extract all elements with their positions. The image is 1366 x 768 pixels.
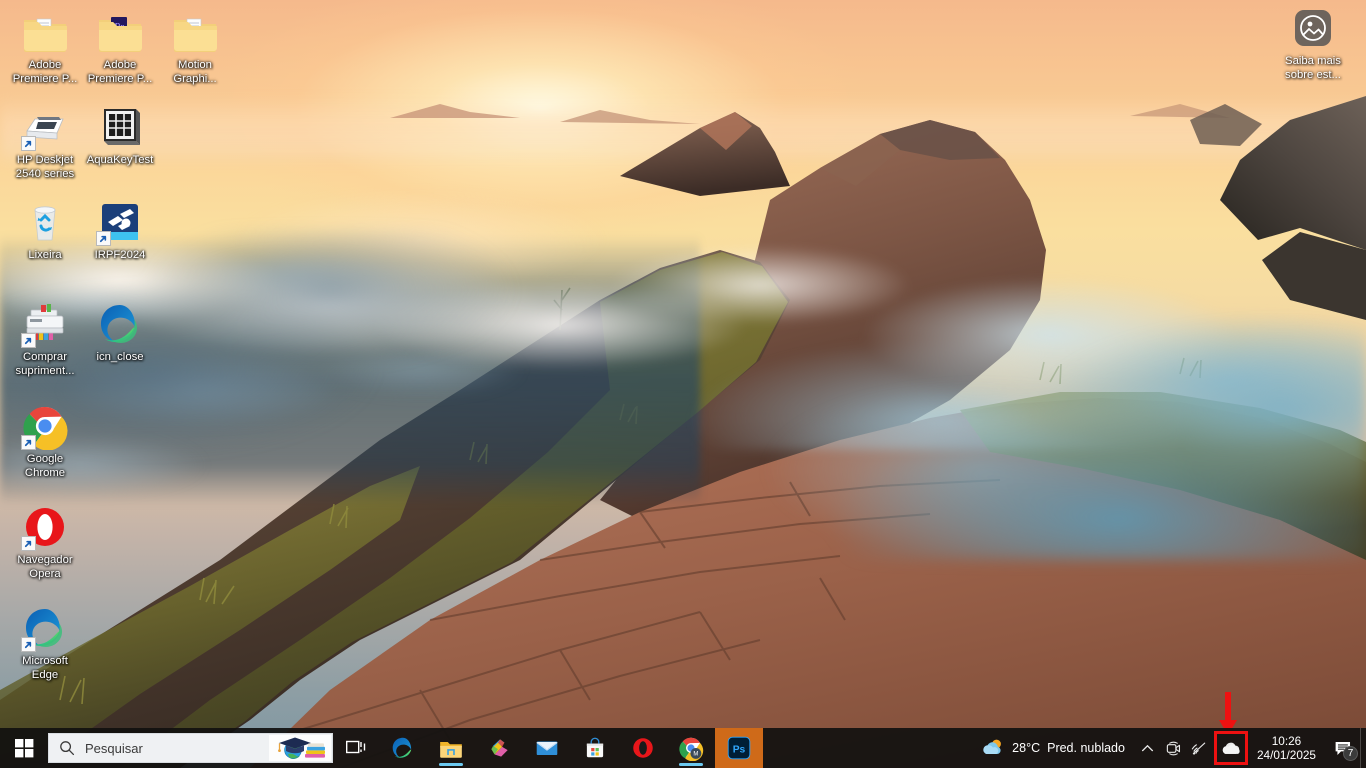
desktop-icon-label: AquaKeyTest	[86, 154, 154, 166]
desktop-icon-comprar-suprimentos[interactable]: Comprar supriment...	[8, 300, 82, 378]
search-icon	[49, 740, 85, 756]
desktop-icon-irpf2024[interactable]: IRPF2024	[83, 198, 157, 263]
camera-meeting-icon	[1167, 741, 1181, 755]
weather-condition: Pred. nublado	[1047, 741, 1125, 755]
task-view-icon	[346, 740, 366, 754]
sun-behind-cloud-icon	[983, 739, 1002, 754]
action-center-button[interactable]: 7	[1326, 728, 1360, 768]
desktop-icon-hp-deskjet[interactable]: HP Deskjet 2540 series	[8, 103, 82, 181]
taskbar-app-store[interactable]	[571, 728, 619, 768]
file-explorer-icon	[440, 742, 462, 758]
calculator-grid-icon	[96, 103, 144, 151]
onedrive-cloud-icon	[1222, 742, 1240, 754]
notification-count-badge: 7	[1343, 746, 1358, 761]
taskbar-app-chrome[interactable]: M	[667, 728, 715, 768]
chrome-icon	[21, 402, 69, 451]
desktop-icon-microsoft-edge[interactable]: Microsoft Edge	[8, 604, 82, 682]
taskbar-app-mail[interactable]	[523, 728, 571, 768]
tray-icon-group[interactable]	[1135, 728, 1249, 768]
picture-info-icon	[1289, 4, 1337, 52]
edge-icon	[96, 300, 144, 348]
taskbar-app-buttons[interactable]: M Ps	[379, 728, 763, 768]
chevron-up-icon	[1142, 744, 1154, 751]
windows-logo-icon	[14, 738, 33, 757]
shortcut-arrow-icon	[21, 435, 36, 450]
desktop[interactable]: Adobe Premiere P... Pr Premiere Adobe Pr…	[0, 0, 1366, 768]
desktop-icon-label: Adobe Premiere P...	[12, 59, 78, 85]
show-hidden-icons-button[interactable]	[1135, 728, 1161, 768]
desktop-icon-adobe-premiere-2[interactable]: Pr Premiere Adobe Premiere P...	[83, 8, 157, 86]
folder-premiere-icon: Pr Premiere	[96, 8, 144, 56]
desktop-icon-label: Lixeira	[28, 249, 62, 261]
folder-icon	[21, 8, 69, 56]
taskbar-app-edge[interactable]	[379, 728, 427, 768]
desktop-icon-motion-graphics[interactable]: Motion Graphi...	[158, 8, 232, 86]
shortcut-arrow-icon	[21, 637, 36, 652]
desktop-icon-label: icn_close	[96, 351, 144, 363]
taskbar-app-office[interactable]	[475, 728, 523, 768]
svg-text:M: M	[693, 752, 698, 758]
desktop-icon-label: Adobe Premiere P...	[87, 59, 153, 85]
desktop-icon-aquakeytest[interactable]: AquaKeyTest	[83, 103, 157, 168]
svg-text:Ps: Ps	[733, 744, 746, 755]
chrome-icon: M	[679, 737, 704, 761]
clock-button[interactable]: 10:26 24/01/2025	[1249, 734, 1326, 762]
desktop-icon-icn-close[interactable]: icn_close	[83, 300, 157, 365]
desktop-icon-label: Motion Graphi...	[173, 59, 217, 85]
taskbar-app-opera[interactable]	[619, 728, 667, 768]
mail-icon	[536, 741, 558, 756]
store-icon	[586, 737, 604, 758]
shortcut-arrow-icon	[21, 536, 36, 551]
clock-date: 24/01/2025	[1256, 748, 1316, 762]
desktop-icon-label: Saiba mais sobre est...	[1285, 55, 1341, 81]
taskbar-app-photoshop[interactable]: Ps	[715, 728, 763, 768]
photoshop-icon: Ps	[727, 736, 751, 760]
weather-temperature: 28°C	[1012, 741, 1041, 755]
shortcut-arrow-icon	[21, 136, 36, 151]
desktop-icon-label: HP Deskjet 2540 series	[15, 154, 75, 180]
running-indicator	[439, 763, 463, 766]
opera-icon	[633, 738, 653, 758]
desktop-icon-saiba-mais[interactable]: Saiba mais sobre est...	[1276, 4, 1350, 82]
wallpaper-valley-fog	[0, 230, 1366, 560]
folder-icon	[171, 8, 219, 56]
desktop-icon-adobe-premiere-1[interactable]: Adobe Premiere P...	[8, 8, 82, 86]
edge-icon	[392, 737, 412, 758]
running-indicator	[679, 763, 703, 766]
office-icon	[491, 739, 508, 757]
onedrive-button[interactable]	[1213, 731, 1248, 765]
show-desktop-button[interactable]	[1360, 728, 1366, 768]
taskbar[interactable]: Pesquisar M Ps 28°C Pred. nublado 10:26 …	[0, 728, 1366, 768]
task-view-button[interactable]	[333, 728, 379, 768]
desktop-icon-label: Google Chrome	[24, 453, 66, 479]
inkjet-printer-icon	[21, 300, 69, 348]
desktop-icon-navegador-opera[interactable]: Navegador Opera	[8, 503, 82, 581]
shortcut-arrow-icon	[96, 231, 111, 246]
opera-icon	[21, 503, 69, 551]
clock-time: 10:26	[1271, 734, 1302, 748]
camera-meeting-button[interactable]	[1161, 728, 1187, 768]
search-input[interactable]: Pesquisar	[48, 733, 333, 763]
shortcut-arrow-icon	[21, 333, 36, 348]
system-tray[interactable]: 28°C Pred. nublado 10:26 24/01/2025 7	[975, 728, 1366, 768]
weather-widget[interactable]: 28°C Pred. nublado	[975, 728, 1135, 768]
desktop-icon-label: Microsoft Edge	[22, 655, 68, 681]
desktop-icon-label: IRPF2024	[94, 249, 146, 261]
desktop-icon-google-chrome[interactable]: Google Chrome	[8, 402, 82, 480]
desktop-icon-label: Navegador Opera	[17, 554, 73, 580]
start-button[interactable]	[0, 728, 48, 768]
recycle-bin-icon	[21, 198, 69, 246]
education-globe-books-image[interactable]	[269, 735, 331, 761]
printer-icon	[21, 103, 69, 151]
desktop-icon-recycle-bin[interactable]: Lixeira	[8, 198, 82, 263]
wifi-icon	[1192, 742, 1206, 755]
desktop-icon-label: Comprar supriment...	[15, 351, 75, 377]
edge-icon	[21, 604, 69, 652]
irpf-icon	[96, 198, 144, 246]
taskbar-app-file-explorer[interactable]	[427, 728, 475, 768]
wifi-button[interactable]	[1187, 728, 1213, 768]
